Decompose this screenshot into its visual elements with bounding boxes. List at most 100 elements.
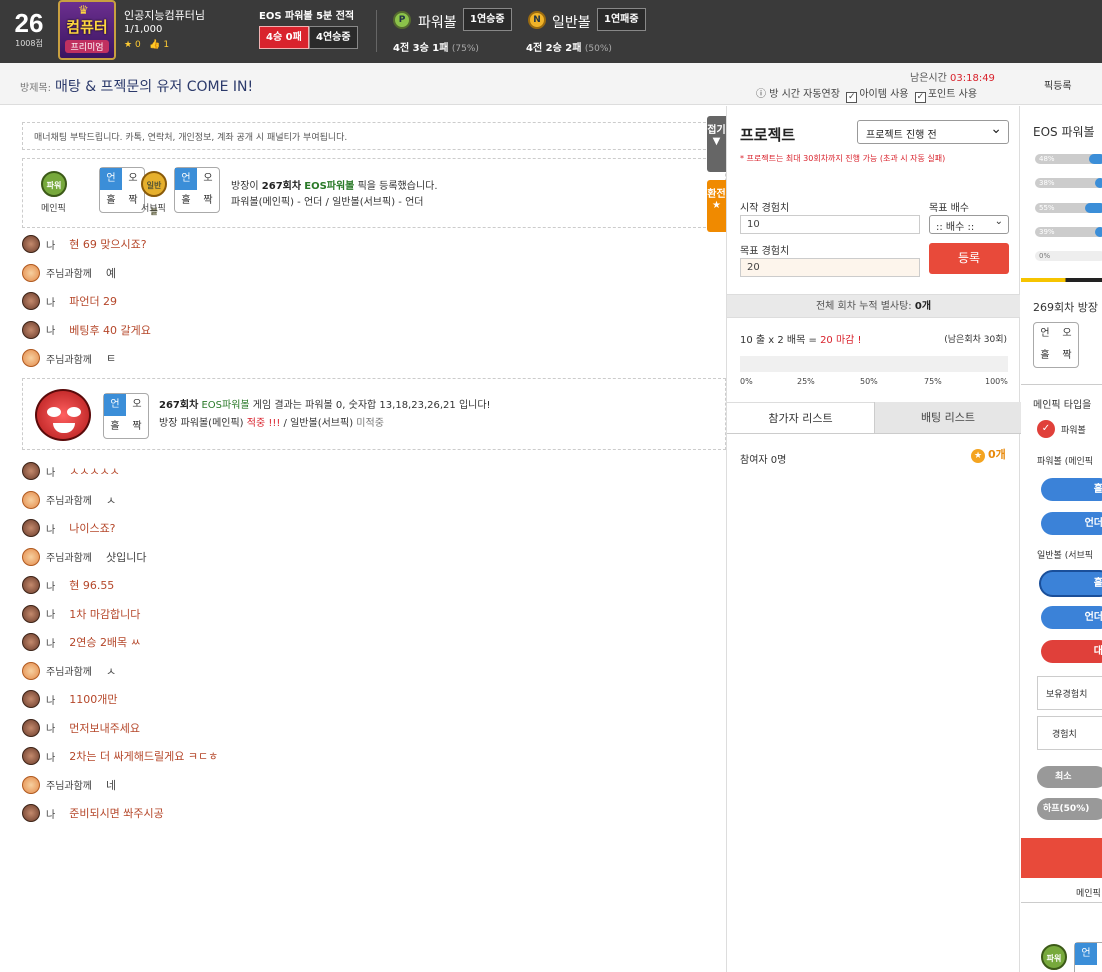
message-author[interactable]: 나 <box>46 806 55 821</box>
round-grid: 언오 홀짝 <box>1033 322 1079 368</box>
fold-tab[interactable]: 접기 ▼ <box>707 116 726 172</box>
option-item[interactable]: 아이템 사용 <box>859 89 908 100</box>
tab-participants[interactable]: 참가자 리스트 <box>727 402 874 434</box>
odd-button[interactable]: 홀 <box>1041 478 1102 501</box>
message-text: 파언더 29 <box>69 295 118 308</box>
crown-icon: ♛ <box>78 3 89 17</box>
message-text: 현 69 맞으시죠? <box>69 238 147 251</box>
my-avatar-icon[interactable] <box>22 604 40 623</box>
my-avatar-icon[interactable] <box>22 690 40 708</box>
user-avatar-icon[interactable] <box>22 263 40 282</box>
message-author[interactable]: 나 <box>46 606 55 621</box>
check-icon[interactable]: ✓ <box>1037 420 1055 438</box>
message-author[interactable]: 주님과함께 <box>46 549 92 564</box>
message-author[interactable]: 나 <box>46 464 55 479</box>
big-button[interactable]: 대 <box>1041 640 1102 663</box>
half-button[interactable]: 하프(50%) <box>1037 798 1102 820</box>
my-avatar-icon[interactable] <box>22 718 40 737</box>
start-exp-label: 시작 경험치 <box>740 203 790 214</box>
message-text: ㅅㅅㅅㅅㅅ <box>69 465 120 478</box>
chat-message: 나 2연승 2배목 ㅆ <box>22 633 141 653</box>
user-avatar-icon[interactable] <box>22 547 40 566</box>
chat-message: 나 ㅅㅅㅅㅅㅅ <box>22 462 120 482</box>
message-author[interactable]: 나 <box>46 322 55 337</box>
chat-message: 나 현 69 맞으시죠? <box>22 235 147 255</box>
powerball-pick-icon: 파워볼 <box>1041 944 1067 970</box>
my-avatar-icon[interactable] <box>22 235 40 253</box>
project-title: 프로젝트 <box>740 126 796 144</box>
my-avatar-icon[interactable] <box>22 576 40 594</box>
main-type-option[interactable]: 파워볼 <box>1061 423 1086 436</box>
rate-bar: 38% <box>1035 178 1102 188</box>
my-avatar-icon[interactable] <box>22 462 40 480</box>
cumulative-stars: 전체 회차 누적 별사탕: 0개 <box>727 294 1020 318</box>
divider <box>376 10 377 52</box>
message-author[interactable]: 주님과함께 <box>46 265 92 280</box>
register-pick-button[interactable]: 픽등록 <box>1044 77 1072 92</box>
project-status-select[interactable]: 프로젝트 진행 전 <box>857 120 1009 144</box>
info-icon: ⓘ <box>756 89 766 100</box>
message-author[interactable]: 나 <box>46 521 55 536</box>
my-avatar-icon[interactable] <box>22 320 40 339</box>
avatar-sub: 프리미엄 <box>65 40 109 53</box>
user-avatar-icon[interactable] <box>22 349 40 367</box>
message-author[interactable]: 나 <box>46 720 55 735</box>
exp-field[interactable]: 경험치 <box>1037 716 1102 750</box>
user-name[interactable]: 인공지능컴퓨터님 <box>124 7 205 23</box>
my-avatar-icon[interactable] <box>22 292 40 310</box>
avatar[interactable]: ♛ 컴퓨터 프리미엄 <box>58 0 116 60</box>
message-author[interactable]: 주님과함께 <box>46 777 92 792</box>
user-avatar-icon[interactable] <box>22 661 40 680</box>
start-exp-input[interactable]: 10 <box>740 215 920 234</box>
message-author[interactable]: 나 <box>46 237 55 252</box>
normalball-icon: N <box>528 11 546 29</box>
normal-under-button[interactable]: 언더 <box>1041 606 1102 629</box>
my-avatar-icon[interactable] <box>22 747 40 765</box>
min-button[interactable]: 최소 <box>1037 766 1102 788</box>
normalball-pick-label: 일반볼 (서브픽 <box>1037 551 1094 561</box>
chat-message: 주님과함께 예 <box>22 263 116 284</box>
my-avatar-icon[interactable] <box>22 519 40 537</box>
target-exp-input[interactable]: 20 <box>740 258 920 277</box>
message-text: 베팅후 40 갈게요 <box>69 323 151 337</box>
my-avatar-icon[interactable] <box>22 633 40 651</box>
message-author[interactable]: 나 <box>46 692 55 707</box>
user-avatar-icon[interactable] <box>22 775 40 794</box>
user-avatar-icon[interactable] <box>22 490 40 509</box>
convert-tab[interactable]: 환전 ★ <box>707 180 726 232</box>
level-box: 26 1008점 <box>6 8 52 49</box>
tab-betting[interactable]: 배팅 리스트 <box>874 402 1021 434</box>
powerball-icon: P <box>393 11 411 29</box>
chat-message: 주님과함께 ㅅ <box>22 490 116 511</box>
item-checkbox[interactable]: ✓ <box>846 92 858 103</box>
message-author[interactable]: 주님과함께 <box>46 663 92 678</box>
point-checkbox[interactable]: ✓ <box>914 92 926 103</box>
room-title: 방제목: 매탕 & 프젝문의 유저 COME IN! <box>20 79 254 95</box>
message-text: ㅅ <box>106 664 117 678</box>
chat-message: 나 파언더 29 <box>22 292 117 312</box>
message-author[interactable]: 나 <box>46 635 55 650</box>
top-bar: 26 1008점 ♛ 컴퓨터 프리미엄 인공지능컴퓨터님 1/1,000 ★ 0… <box>0 0 1102 63</box>
main-type-label: 메인픽 타입을 <box>1033 400 1092 411</box>
chat-message: 나 2차는 더 싸게해드릴게요 ㅋㄷㅎ <box>22 747 218 767</box>
normalball-badge: 1연패중 <box>597 8 646 31</box>
under-button[interactable]: 언더 <box>1041 512 1102 535</box>
rate-bar: 0% <box>1035 251 1102 261</box>
message-author[interactable]: 나 <box>46 749 55 764</box>
chat-message: 나 베팅후 40 갈게요 <box>22 320 151 341</box>
sub-pick-label: 서브픽 <box>141 204 166 214</box>
user-stats: ★ 0 👍 1 <box>124 40 169 50</box>
submit-button[interactable] <box>1021 838 1102 878</box>
project-register-button[interactable]: 등록 <box>929 243 1009 274</box>
message-author[interactable]: 나 <box>46 294 55 309</box>
message-author[interactable]: 주님과함께 <box>46 351 92 366</box>
option-point[interactable]: 포인트 사용 <box>928 89 977 100</box>
message-author[interactable]: 주님과함께 <box>46 492 92 507</box>
main-pick-grid: 언오 홀짝 <box>99 167 145 213</box>
result-announcement: 언오 홀짝 267회차 EOS파워볼 게임 결과는 파워볼 0, 숫자합 13,… <box>22 378 726 450</box>
message-author[interactable]: 나 <box>46 578 55 593</box>
normal-odd-button[interactable]: 홀 <box>1041 572 1102 595</box>
my-avatar-icon[interactable] <box>22 804 40 822</box>
target-mult-select[interactable]: :: 배수 :: ⌄ <box>929 215 1009 234</box>
option-extend[interactable]: 방 시간 자동연장 <box>769 89 840 100</box>
